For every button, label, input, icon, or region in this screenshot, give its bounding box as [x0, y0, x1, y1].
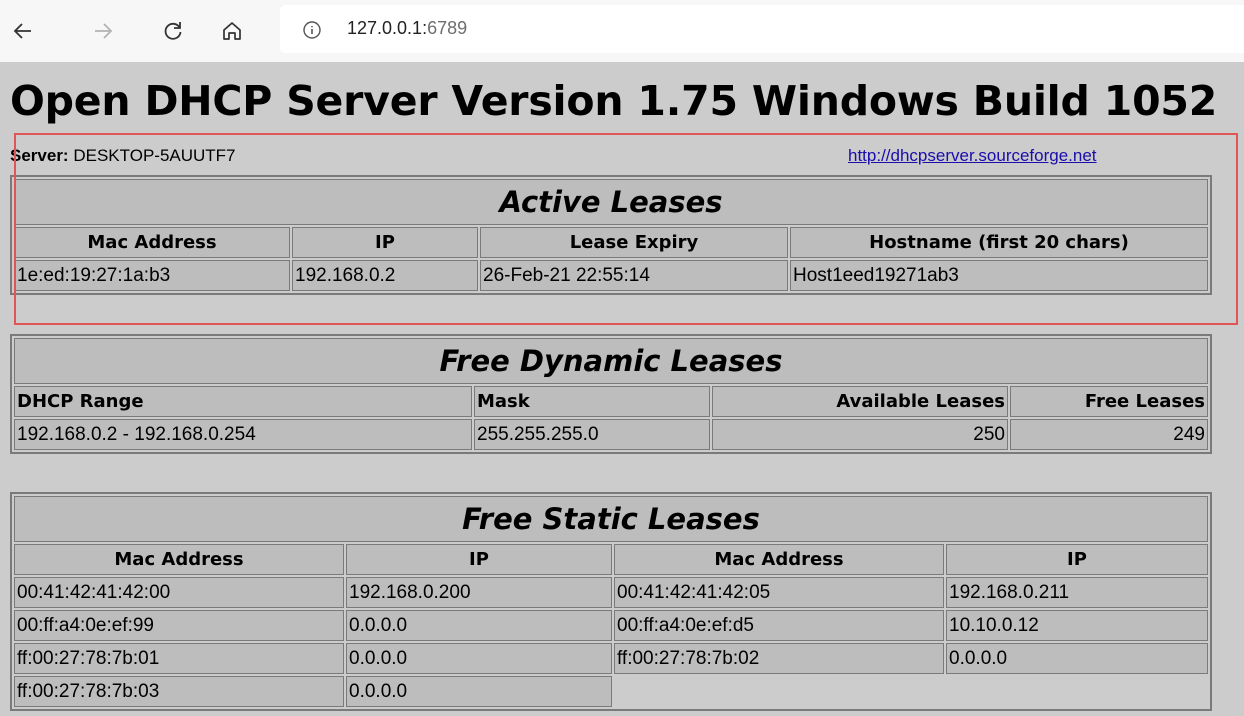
page-title: Open DHCP Server Version 1.75 Windows Bu…	[10, 77, 1218, 125]
reload-button[interactable]	[158, 16, 188, 46]
dhcp-range-cell: 192.168.0.2 - 192.168.0.254	[14, 419, 472, 450]
browser-toolbar: 127.0.0.1:6789	[0, 0, 1244, 62]
table-row: ff:00:27:78:7b:03 0.0.0.0	[14, 676, 1208, 707]
mac-address-cell: 00:ff:a4:0e:ef:d5	[614, 610, 944, 641]
table-row: 00:ff:a4:0e:ef:99 0.0.0.0 00:ff:a4:0e:ef…	[14, 610, 1208, 641]
page-content: Open DHCP Server Version 1.75 Windows Bu…	[0, 62, 1244, 716]
home-button[interactable]	[217, 16, 247, 46]
free-static-leases-table: Free Static Leases Mac Address IP Mac Ad…	[10, 492, 1212, 711]
url-host: 127.0.0.1:	[347, 18, 428, 38]
forward-icon	[95, 23, 113, 39]
ip-cell: 192.168.0.211	[946, 577, 1208, 608]
column-header: Mask	[474, 386, 710, 417]
url-text: 127.0.0.1:6789	[347, 18, 467, 39]
column-header: Free Leases	[1010, 386, 1208, 417]
free-static-leases-title: Free Static Leases	[14, 496, 1208, 542]
ip-cell: 0.0.0.0	[346, 610, 612, 641]
column-header: Available Leases	[712, 386, 1008, 417]
address-bar[interactable]: 127.0.0.1:6789	[280, 5, 1244, 53]
table-row: ff:00:27:78:7b:01 0.0.0.0 ff:00:27:78:7b…	[14, 643, 1208, 674]
ip-cell: 0.0.0.0	[946, 643, 1208, 674]
ip-cell: 0.0.0.0	[346, 676, 612, 707]
ip-cell: 10.10.0.12	[946, 610, 1208, 641]
forward-button[interactable]	[88, 16, 118, 46]
mac-address-cell: ff:00:27:78:7b:03	[14, 676, 344, 707]
ip-cell: 192.168.0.200	[346, 577, 612, 608]
free-dynamic-leases-title: Free Dynamic Leases	[14, 338, 1208, 384]
ip-cell: 0.0.0.0	[346, 643, 612, 674]
column-header: IP	[946, 544, 1208, 575]
free-leases-cell: 249	[1010, 419, 1208, 450]
back-icon	[13, 23, 31, 39]
mac-address-cell: 00:ff:a4:0e:ef:99	[14, 610, 344, 641]
column-header: IP	[346, 544, 612, 575]
table-row: 192.168.0.2 - 192.168.0.254 255.255.255.…	[14, 419, 1208, 450]
url-port: 6789	[427, 18, 468, 38]
mac-address-cell: 00:41:42:41:42:00	[14, 577, 344, 608]
reload-icon	[164, 22, 182, 40]
info-icon[interactable]	[302, 20, 322, 40]
mac-address-cell: ff:00:27:78:7b:01	[14, 643, 344, 674]
free-dynamic-leases-table: Free Dynamic Leases DHCP Range Mask Avai…	[10, 334, 1212, 454]
mac-address-cell: ff:00:27:78:7b:02	[614, 643, 944, 674]
table-row: 00:41:42:41:42:00 192.168.0.200 00:41:42…	[14, 577, 1208, 608]
column-header: Mac Address	[614, 544, 944, 575]
mask-cell: 255.255.255.0	[474, 419, 710, 450]
available-leases-cell: 250	[712, 419, 1008, 450]
back-button[interactable]	[8, 16, 38, 46]
home-icon	[223, 22, 241, 40]
column-header: DHCP Range	[14, 386, 472, 417]
highlight-box	[14, 133, 1238, 325]
empty-cell	[614, 676, 1208, 707]
column-header: Mac Address	[14, 544, 344, 575]
mac-address-cell: 00:41:42:41:42:05	[614, 577, 944, 608]
